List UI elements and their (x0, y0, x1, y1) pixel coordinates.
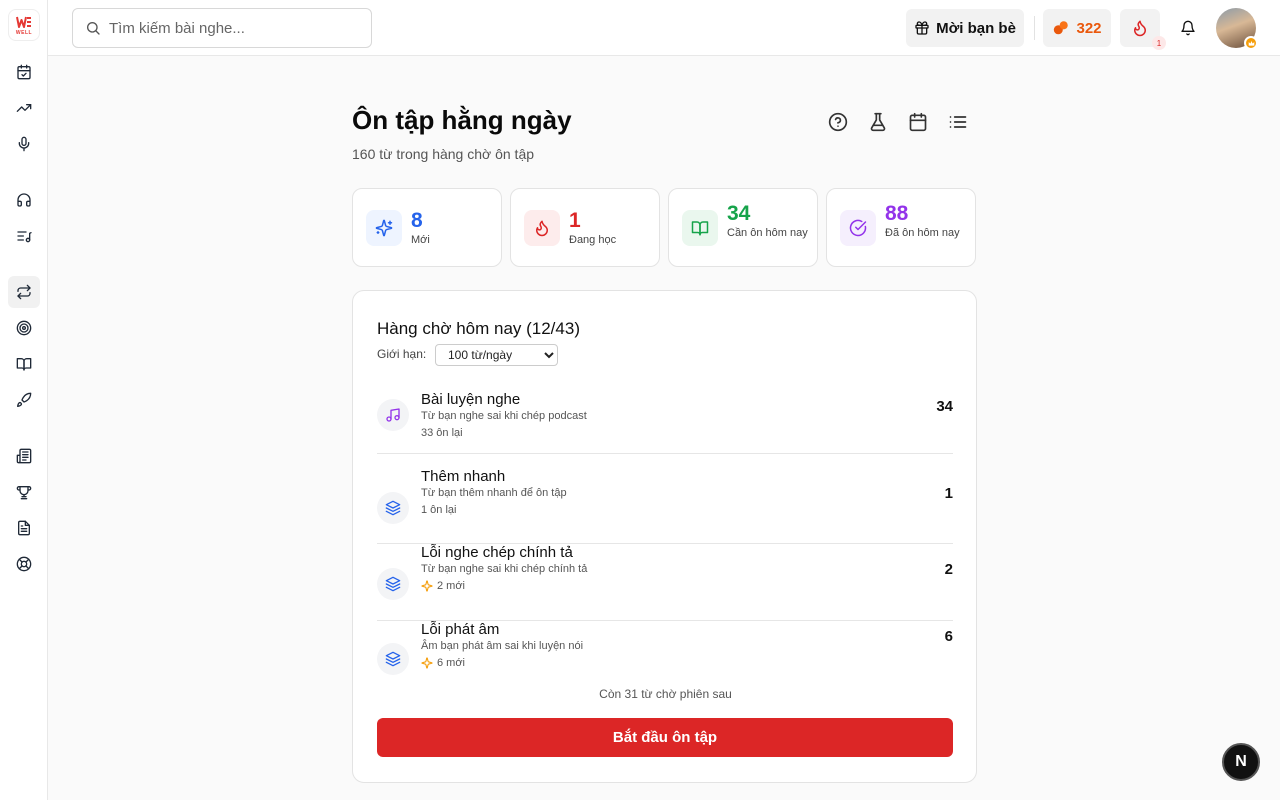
logo-text: WELL (15, 29, 33, 36)
flame-icon (524, 210, 560, 246)
queue-card: Hàng chờ hôm nay (12/43) Giới hạn: 100 t… (352, 290, 977, 783)
queue-item-meta: 2 mới (421, 580, 465, 592)
queue-item-meta: 33 ôn lại (421, 427, 463, 439)
search-box[interactable] (72, 8, 372, 48)
top-bar: Mời bạn bè 322 1 (48, 0, 1280, 56)
nav-trophy-icon[interactable] (12, 480, 36, 504)
queue-item-listening[interactable]: Bài luyện nghe Từ bạn nghe sai khi chép … (377, 391, 953, 454)
nav-review-repeat-icon[interactable] (8, 276, 40, 308)
streak-button[interactable]: 1 (1120, 9, 1166, 50)
page-subtitle: 160 từ trong hàng chờ ôn tập (352, 146, 535, 162)
calendar-icon[interactable] (906, 110, 930, 134)
queue-item-title: Thêm nhanh (421, 468, 506, 485)
header-divider (1034, 16, 1035, 40)
page-title: Ôn tập hằng ngày (352, 105, 572, 135)
bell-icon (1181, 20, 1195, 36)
queue-item-count: 6 (944, 628, 953, 645)
nav-document-icon[interactable] (12, 516, 36, 540)
stat-card-learning[interactable]: 1 Đang học (510, 188, 660, 267)
stat-reviewed-label: Đã ôn hôm nay (885, 227, 960, 239)
nav-newspaper-icon[interactable] (12, 444, 36, 468)
points-button[interactable]: 322 (1043, 9, 1111, 47)
sparkles-icon (421, 657, 433, 669)
logo-mark-icon (16, 16, 31, 28)
gift-icon (915, 21, 929, 35)
sidebar: WELL (0, 0, 48, 800)
daily-limit-select[interactable]: 100 từ/ngày (435, 344, 558, 366)
queue-item-count: 34 (936, 398, 953, 415)
search-icon (87, 22, 100, 35)
flame-icon (1134, 20, 1146, 37)
nav-trending-icon[interactable] (12, 96, 36, 120)
floating-n-button[interactable]: N (1222, 743, 1260, 781)
queue-item-meta-text: 6 mới (437, 657, 465, 669)
nav-rocket-icon[interactable] (12, 388, 36, 412)
queue-item-title: Bài luyện nghe (421, 391, 521, 408)
queue-item-desc: Âm bạn phát âm sai khi luyện nói (421, 640, 584, 652)
invite-label: Mời bạn bè (936, 19, 1016, 37)
points-coins-icon (1054, 21, 1069, 35)
queue-item-quick-add[interactable]: Thêm nhanh Từ bạn thêm nhanh để ôn tập 1… (377, 468, 953, 544)
start-review-button[interactable]: Bắt đầu ôn tập (377, 718, 953, 757)
stat-new-value: 8 (411, 209, 423, 232)
queue-item-meta: 1 ôn lại (421, 504, 456, 516)
stat-learning-label: Đang học (569, 234, 617, 246)
notifications-button[interactable] (1168, 9, 1208, 47)
queue-item-desc: Từ bạn thêm nhanh để ôn tập (421, 487, 567, 499)
queue-item-title: Lỗi phát âm (421, 621, 500, 638)
list-icon[interactable] (946, 110, 970, 134)
streak-badge: 1 (1152, 36, 1166, 50)
queue-item-meta-text: 33 ôn lại (421, 427, 463, 439)
limit-label: Giới hạn: (377, 347, 427, 361)
stat-card-new[interactable]: 8 Mới (352, 188, 502, 267)
nav-headphones-icon[interactable] (12, 188, 36, 212)
invite-friends-button[interactable]: Mời bạn bè (906, 9, 1024, 47)
queue-item-dictation-errors[interactable]: Lỗi nghe chép chính tả Từ bạn nghe sai k… (377, 544, 953, 621)
queue-item-title: Lỗi nghe chép chính tả (421, 544, 573, 561)
nav-book-icon[interactable] (12, 352, 36, 376)
stat-due-label: Cần ôn hôm nay (727, 227, 808, 239)
queue-title: Hàng chờ hôm nay (12/43) (377, 319, 580, 338)
stat-card-due-today[interactable]: 34 Cần ôn hôm nay (668, 188, 818, 267)
open-book-icon (682, 210, 718, 246)
help-circle-icon[interactable] (826, 110, 850, 134)
stat-due-value: 34 (727, 202, 751, 225)
stats-row: 8 Mới 1 Đang học 34 Cần ôn hôm nay 88 Đã… (352, 188, 976, 268)
points-value: 322 (1076, 19, 1102, 37)
remaining-text: Còn 31 từ chờ phiên sau (599, 687, 732, 701)
queue-item-meta-text: 1 ôn lại (421, 504, 457, 516)
queue-item-meta-text: 2 mới (437, 580, 465, 592)
queue-item-pronunciation-errors[interactable]: Lỗi phát âm Âm bạn phát âm sai khi luyện… (377, 621, 953, 697)
stat-new-label: Mới (411, 234, 430, 246)
sparkles-icon (421, 580, 433, 592)
flask-icon[interactable] (866, 110, 890, 134)
music-icon (377, 399, 409, 431)
layers-icon (377, 643, 409, 675)
stat-card-reviewed-today[interactable]: 88 Đã ôn hôm nay (826, 188, 976, 267)
stat-learning-value: 1 (569, 209, 581, 232)
queue-item-desc: Từ bạn nghe sai khi chép chính tả (421, 563, 588, 575)
app-logo[interactable]: WELL (8, 9, 40, 41)
queue-item-meta: 6 mới (421, 657, 465, 669)
nav-target-icon[interactable] (12, 316, 36, 340)
premium-crown-icon (1244, 36, 1258, 50)
layers-icon (377, 568, 409, 600)
queue-item-desc: Từ bạn nghe sai khi chép podcast (421, 410, 587, 422)
nav-microphone-icon[interactable] (12, 132, 36, 156)
user-avatar[interactable] (1216, 8, 1258, 50)
queue-item-count: 2 (944, 561, 953, 578)
check-circle-icon (840, 210, 876, 246)
nav-calendar-check-icon[interactable] (12, 60, 36, 84)
nav-list-music-icon[interactable] (12, 224, 36, 248)
sparkles-icon (366, 210, 402, 246)
stat-reviewed-value: 88 (885, 202, 909, 225)
nav-lifebuoy-icon[interactable] (12, 552, 36, 576)
layers-icon (377, 492, 409, 524)
search-input[interactable] (109, 19, 349, 37)
queue-item-count: 1 (944, 485, 953, 502)
